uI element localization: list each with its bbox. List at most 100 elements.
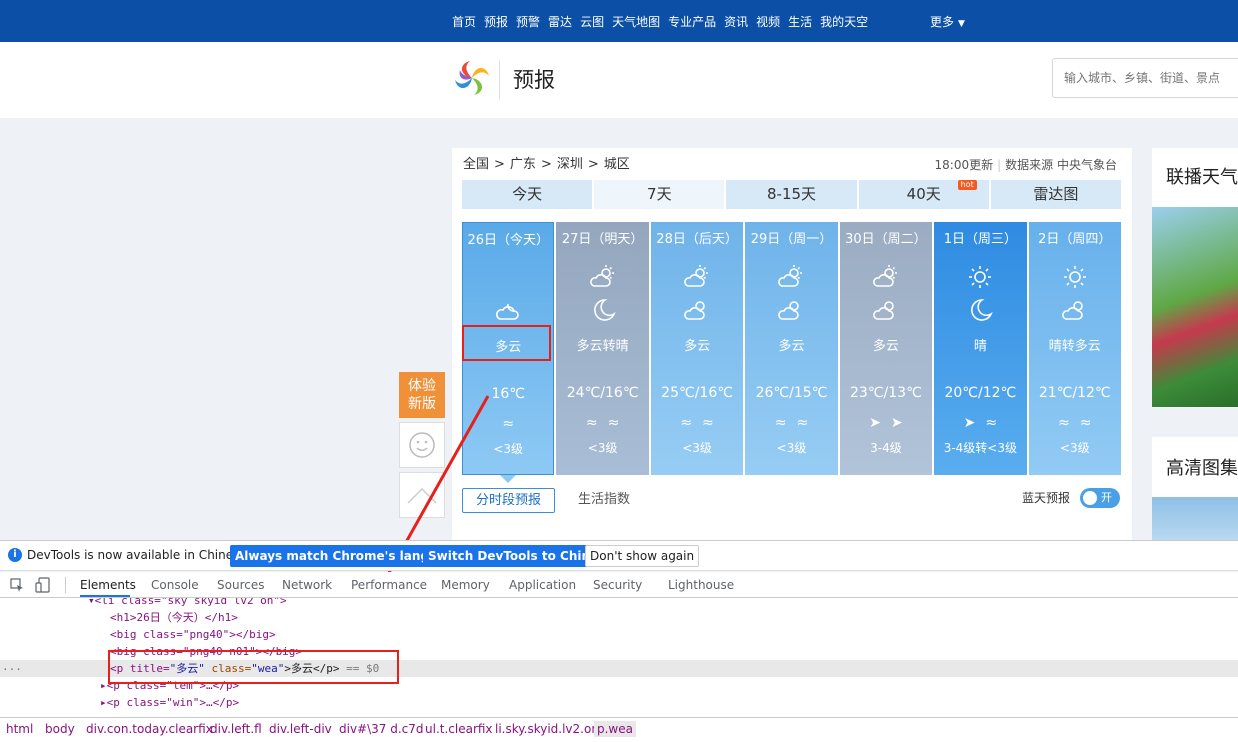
day-wind: ➤≈ bbox=[963, 415, 1008, 431]
dom-crumb[interactable]: body bbox=[45, 721, 75, 737]
dom-crumb[interactable]: div.left.fl bbox=[210, 721, 262, 737]
day-card[interactable]: 30日（周二） 多云 23℃/13℃ ➤➤ 3-4级 bbox=[839, 222, 933, 475]
day-date: 1日（周三） bbox=[943, 232, 1017, 247]
dom-crumb-current[interactable]: p.wea bbox=[594, 721, 636, 737]
tab-network[interactable]: Network bbox=[282, 577, 332, 593]
nav-item-life[interactable]: 生活 bbox=[788, 14, 812, 30]
day-wind-level: <3级 bbox=[587, 441, 618, 455]
device-toolbar-icon[interactable] bbox=[35, 577, 51, 593]
data-source: 数据来源 中央气象台 bbox=[1005, 158, 1117, 172]
crumb-country[interactable]: 全国 bbox=[463, 157, 489, 172]
tab-40-days[interactable]: 40天 hot bbox=[858, 180, 989, 209]
video-weather-title[interactable]: 联播天气 bbox=[1166, 166, 1238, 190]
nav-item-news[interactable]: 资讯 bbox=[724, 14, 748, 30]
partly-cloudy-icon bbox=[873, 265, 897, 287]
partly-cloudy-icon bbox=[873, 301, 894, 320]
tab-life-index[interactable]: 生活指数 bbox=[578, 492, 630, 508]
day-card[interactable]: 2日（周四） 晴转多云 21℃/12℃ ≈≈ <3级 bbox=[1028, 222, 1121, 475]
nav-item-home[interactable]: 首页 bbox=[452, 14, 476, 30]
day-card[interactable]: 29日（周一） 多云 26℃/15℃ ≈≈ <3级 bbox=[745, 222, 838, 475]
dom-crumb[interactable]: html bbox=[6, 721, 33, 737]
toggle-knob bbox=[1083, 491, 1097, 505]
dom-node-p[interactable]: ▸<p class="win">…</p> bbox=[0, 694, 1238, 711]
dom-crumb[interactable]: div.left-div bbox=[269, 721, 332, 737]
code-text: ▸<p class="win">…</p> bbox=[100, 696, 240, 709]
day-card[interactable]: 28日（后天） 多云 25℃/16℃ ≈≈ <3级 bbox=[650, 222, 744, 475]
dom-node-li[interactable]: ▾<li class="sky skyid lv2 on"> bbox=[0, 598, 1238, 609]
dom-crumb[interactable]: ul.t.clearfix bbox=[425, 721, 493, 737]
day-wind: ≈ bbox=[502, 416, 525, 432]
selected-day-caret bbox=[500, 475, 516, 483]
sun-icon bbox=[969, 266, 992, 288]
day-temperature: 26℃/15℃ bbox=[755, 385, 828, 401]
day-date: 29日（周一） bbox=[750, 232, 833, 247]
info-icon: i bbox=[8, 548, 22, 562]
active-tab-indicator bbox=[80, 595, 130, 597]
partly-cloudy-icon bbox=[684, 301, 705, 320]
cloudy-night-icon bbox=[496, 303, 520, 320]
inspect-element-icon[interactable] bbox=[10, 578, 24, 592]
tab-console[interactable]: Console bbox=[151, 577, 199, 593]
day-wind: ≈≈ bbox=[680, 415, 724, 431]
day-card[interactable]: 1日（周三） 晴 20℃/12℃ ➤≈ 3-4级转<3级 bbox=[934, 222, 1027, 475]
day-temperature: 24℃/16℃ bbox=[566, 385, 639, 401]
dom-node-big[interactable]: <big class="png40"></big> bbox=[0, 626, 1238, 643]
tab-40-days-label: 40天 bbox=[906, 185, 941, 203]
tab-sources[interactable]: Sources bbox=[217, 577, 264, 593]
day-card[interactable]: 27日（明天） 多云转晴 24℃/16℃ ≈≈ <3级 bbox=[556, 222, 649, 475]
day-wind-level: <3级 bbox=[682, 441, 712, 455]
code-text: ▾<li class="sky skyid lv2 on"> bbox=[88, 598, 287, 607]
day-temperature: 21℃/12℃ bbox=[1038, 385, 1111, 401]
location-breadcrumb: 全国 > 广东 > 深圳 > 城区 bbox=[463, 157, 630, 173]
nav-item-forecast[interactable]: 预报 bbox=[484, 14, 508, 30]
annotation-highlight-box bbox=[462, 325, 551, 361]
tab-memory[interactable]: Memory bbox=[441, 577, 490, 593]
dom-crumb[interactable]: div.con.today.clearfix bbox=[86, 721, 213, 737]
tab-radar[interactable]: 雷达图 bbox=[990, 180, 1122, 209]
tab-application[interactable]: Application bbox=[509, 577, 576, 593]
day-wind: ➤➤ bbox=[869, 415, 913, 431]
tab-performance[interactable]: Performance bbox=[351, 577, 427, 593]
nav-more-menu[interactable]: 更多 ▼ bbox=[930, 14, 965, 32]
dont-show-again-button[interactable]: Don't show again bbox=[585, 545, 700, 567]
more-options-icon[interactable]: ... bbox=[2, 660, 22, 673]
nav-item-weather-map[interactable]: 天气地图 bbox=[612, 14, 660, 30]
nav-item-radar[interactable]: 雷达 bbox=[548, 14, 572, 30]
feedback-button[interactable] bbox=[399, 422, 445, 468]
dom-crumb[interactable]: div#\37 d.c7d bbox=[339, 721, 424, 737]
dom-node-h1[interactable]: <h1>26日（今天）</h1> bbox=[0, 609, 1238, 626]
crumb-city[interactable]: 深圳 bbox=[557, 157, 583, 172]
day-date: 27日（明天） bbox=[561, 232, 644, 247]
tab-elements[interactable]: Elements bbox=[80, 577, 136, 593]
nav-item-video[interactable]: 视频 bbox=[756, 14, 780, 30]
gallery-thumbnail[interactable] bbox=[1152, 497, 1238, 540]
day-date: 28日（后天） bbox=[656, 232, 738, 247]
sun-icon bbox=[1063, 266, 1086, 288]
nav-item-warning[interactable]: 预警 bbox=[516, 14, 540, 30]
blue-sky-toggle[interactable]: 开 bbox=[1080, 488, 1120, 508]
code-text: <big class="png40"></big> bbox=[110, 628, 276, 641]
search-input[interactable] bbox=[1052, 58, 1238, 98]
nav-item-pro-products[interactable]: 专业产品 bbox=[668, 14, 716, 30]
hot-badge: hot bbox=[957, 180, 977, 190]
tab-hourly-forecast[interactable]: 分时段预报 bbox=[462, 488, 555, 513]
day-wind: ≈≈ bbox=[585, 415, 630, 431]
gallery-title[interactable]: 高清图集 bbox=[1166, 457, 1238, 481]
back-to-top-button[interactable] bbox=[399, 472, 445, 518]
dom-crumb[interactable]: li.sky.skyid.lv2.on bbox=[495, 721, 599, 737]
tab-8-15-days[interactable]: 8-15天 bbox=[726, 180, 857, 209]
try-new-version-button[interactable]: 体验 新版 bbox=[399, 372, 445, 418]
tab-security[interactable]: Security bbox=[593, 577, 642, 593]
tab-7-days[interactable]: 7天 bbox=[594, 180, 725, 209]
blue-sky-label: 蓝天预报 bbox=[1022, 491, 1071, 505]
smiley-icon bbox=[409, 432, 435, 458]
day-weather: 多云 bbox=[778, 339, 805, 354]
nav-links: 首页 预报 预警 雷达 云图 天气地图 专业产品 资讯 视频 生活 我的天空 bbox=[452, 14, 868, 30]
weather-logo-icon[interactable] bbox=[452, 58, 492, 98]
crumb-province[interactable]: 广东 bbox=[510, 157, 536, 172]
video-weather-thumbnail[interactable] bbox=[1152, 207, 1238, 407]
nav-item-cloud[interactable]: 云图 bbox=[580, 14, 604, 30]
tab-today[interactable]: 今天 bbox=[462, 180, 593, 209]
nav-item-my-sky[interactable]: 我的天空 bbox=[820, 14, 868, 30]
tab-lighthouse[interactable]: Lighthouse bbox=[668, 577, 734, 593]
